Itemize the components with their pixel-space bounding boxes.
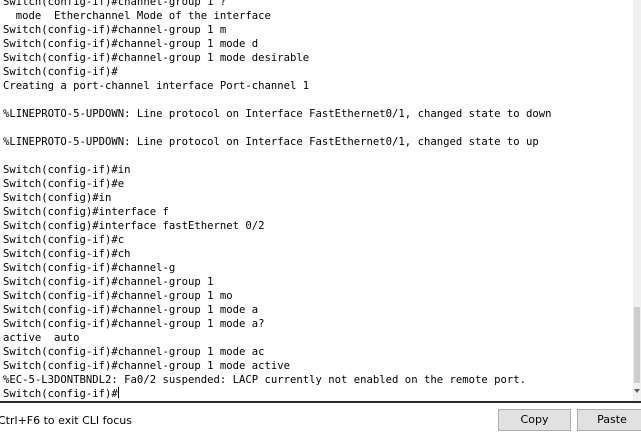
cli-focus-hint: Ctrl+F6 to exit CLI focus (0, 414, 133, 427)
vertical-scrollbar[interactable] (633, 0, 641, 401)
terminal-line: Switch(config-if)#channel-group 1 mode d… (3, 51, 552, 65)
terminal-line-text: Switch(config-if)#channel-group 1 mode a… (3, 360, 291, 372)
terminal-line-text: Switch(config-if)#e (3, 178, 125, 190)
chevron-down-icon[interactable] (634, 389, 640, 393)
terminal-line: Switch(config-if)#channel-g (3, 261, 552, 275)
terminal-line-text: %EC-5-L3DONTBNDL2: Fa0/2 suspended: LACP… (3, 374, 526, 386)
terminal-line-text: Switch(config-if)#channel-group 1 mode a… (3, 318, 265, 330)
terminal-line: Switch(config-if)#e (3, 177, 552, 191)
cli-window: Switch(config-if)#channel-group 1 ? mode… (0, 0, 641, 433)
terminal-line-text: active auto (3, 332, 80, 344)
terminal-line-text: Switch(config-if)# (3, 66, 118, 78)
terminal-line: %EC-5-L3DONTBNDL2: Fa0/2 suspended: LACP… (3, 373, 552, 387)
terminal-line-text: Switch(config-if)#channel-group 1 (3, 276, 214, 288)
terminal-line: Switch(config-if)#channel-group 1 mo (3, 289, 552, 303)
terminal-line-text: Switch(config)#in (3, 192, 112, 204)
terminal-line: Switch(config)#in (3, 191, 552, 205)
terminal-line: Switch(config-if)#c (3, 233, 552, 247)
cli-terminal[interactable]: Switch(config-if)#channel-group 1 ? mode… (0, 0, 633, 401)
terminal-line: Switch(config-if)# (3, 65, 552, 79)
terminal-line: %LINEPROTO-5-UPDOWN: Line protocol on In… (3, 135, 552, 149)
terminal-line: %LINEPROTO-5-UPDOWN: Line protocol on In… (3, 107, 552, 121)
terminal-line-text: Switch(config)#interface f (3, 206, 169, 218)
scrollbar-thumb[interactable] (634, 307, 640, 383)
terminal-line: Switch(config-if)#channel-group 1 (3, 275, 552, 289)
text-cursor (117, 387, 119, 398)
terminal-line-text: mode Etherchannel Mode of the interface (3, 10, 271, 22)
terminal-line: Switch(config-if)#channel-group 1 mode d (3, 37, 552, 51)
terminal-line: Switch(config-if)# (3, 387, 552, 401)
terminal-line-text: Switch(config-if)#channel-group 1 m (3, 24, 227, 36)
copy-button[interactable]: Copy (498, 409, 571, 431)
terminal-line-text: Switch(config-if)#channel-group 1 mode a… (3, 346, 265, 358)
terminal-line: Switch(config-if)#channel-group 1 mode a… (3, 317, 552, 331)
terminal-line: Switch(config)#interface fastEthernet 0/… (3, 219, 552, 233)
terminal-line-text: Creating a port-channel interface Port-c… (3, 80, 310, 92)
terminal-line: active auto (3, 331, 552, 345)
terminal-line: Switch(config-if)#in (3, 163, 552, 177)
terminal-line: Switch(config)#interface f (3, 205, 552, 219)
terminal-line: mode Etherchannel Mode of the interface (3, 9, 552, 23)
terminal-line: Switch(config-if)#channel-group 1 m (3, 23, 552, 37)
terminal-output: Switch(config-if)#channel-group 1 ? mode… (3, 0, 552, 401)
terminal-line: Switch(config-if)#ch (3, 247, 552, 261)
terminal-line-text: Switch(config-if)#channel-group 1 mode d… (3, 52, 310, 64)
terminal-line-text: Switch(config-if)#ch (3, 248, 131, 260)
terminal-line-text: Switch(config)#interface fastEthernet 0/… (3, 220, 265, 232)
paste-button[interactable]: Paste (577, 409, 641, 431)
terminal-line-text: Switch(config-if)#channel-group 1 mo (3, 290, 233, 302)
terminal-line: Switch(config-if)#channel-group 1 ? (3, 0, 552, 9)
terminal-line: Switch(config-if)#channel-group 1 mode a (3, 303, 552, 317)
terminal-line-text: Switch(config-if)#channel-group 1 mode a (3, 304, 259, 316)
terminal-line-text: Switch(config-if)# (3, 388, 118, 400)
terminal-line-text: Switch(config-if)#channel-group 1 ? (3, 0, 227, 8)
terminal-line-text: Switch(config-if)#channel-group 1 mode d (3, 38, 259, 50)
cli-footer: Ctrl+F6 to exit CLI focus Copy Paste (0, 403, 641, 433)
terminal-line-text: %LINEPROTO-5-UPDOWN: Line protocol on In… (3, 108, 552, 120)
terminal-line: Switch(config-if)#channel-group 1 mode a… (3, 359, 552, 373)
terminal-line-text: Switch(config-if)#in (3, 164, 131, 176)
terminal-line-text: Switch(config-if)#channel-g (3, 262, 176, 274)
terminal-line-text: Switch(config-if)#c (3, 234, 125, 246)
terminal-line-text: %LINEPROTO-5-UPDOWN: Line protocol on In… (3, 136, 539, 148)
terminal-line: Creating a port-channel interface Port-c… (3, 79, 552, 93)
terminal-line: Switch(config-if)#channel-group 1 mode a… (3, 345, 552, 359)
